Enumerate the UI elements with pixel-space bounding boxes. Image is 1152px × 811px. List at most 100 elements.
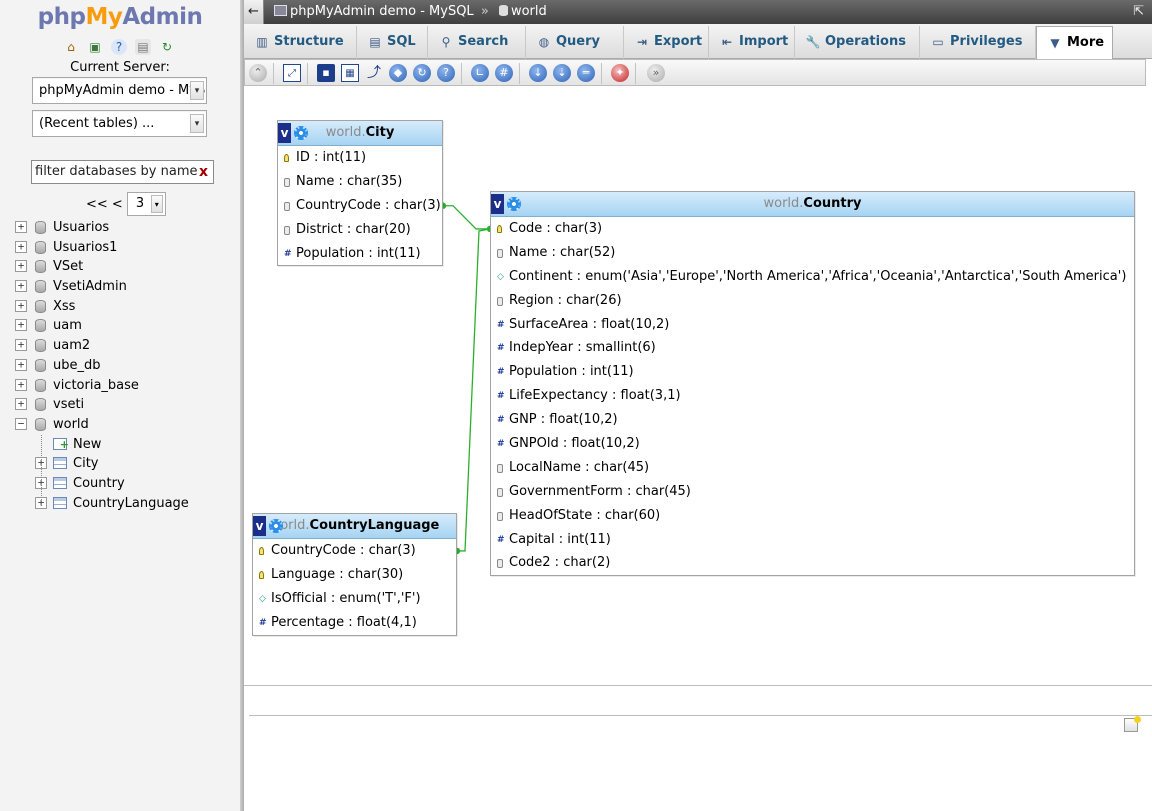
expand-icon[interactable]: +	[15, 240, 27, 253]
table-column[interactable]: Code : char(3)	[491, 217, 1134, 241]
choose-column-icon[interactable]: ◆	[389, 64, 407, 82]
expand-icon[interactable]: +	[15, 260, 27, 273]
table-column[interactable]: Region : char(26)	[491, 289, 1134, 313]
small-big-all-icon[interactable]: ↓	[529, 64, 547, 82]
create-table-icon[interactable]: ▦	[341, 64, 359, 82]
help-icon[interactable]: ?	[437, 64, 455, 82]
designer-table-city[interactable]: v world.City ID : int(11) Name : char(35…	[277, 120, 443, 267]
expand-icon[interactable]: +	[15, 378, 27, 391]
toggle-relation-lines-icon[interactable]: ═	[577, 64, 595, 82]
save-position-icon[interactable]: ▪	[317, 64, 335, 82]
table-column[interactable]: # Capital : int(11)	[491, 528, 1134, 552]
table-column[interactable]: LocalName : char(45)	[491, 456, 1134, 480]
home-icon[interactable]: ⌂	[63, 39, 79, 55]
clear-filter-icon[interactable]: x	[199, 161, 208, 183]
db-label[interactable]: uam	[53, 316, 82, 336]
expand-icon[interactable]: +	[15, 299, 27, 312]
table-column[interactable]: # Population : int(11)	[491, 360, 1134, 384]
table-header[interactable]: v world.Country	[491, 192, 1134, 217]
db-world[interactable]: − world	[0, 415, 240, 435]
table-column[interactable]: HeadOfState : char(60)	[491, 504, 1134, 528]
toggle-small-big-icon[interactable]: ⇣	[553, 64, 571, 82]
db-uam2[interactable]: + uam2	[0, 336, 240, 356]
tree-item-label[interactable]: CountryLanguage	[73, 494, 189, 514]
table-column[interactable]: # Percentage : float(4,1)	[253, 611, 456, 635]
expand-icon[interactable]: +	[15, 339, 27, 352]
gear-icon[interactable]	[269, 519, 283, 533]
collapse-topbar-icon[interactable]: ⇱	[1133, 0, 1144, 24]
documentation-icon[interactable]: ▤	[135, 39, 151, 55]
help-icon[interactable]: ?	[111, 39, 127, 55]
tree-item-label[interactable]: Country	[73, 474, 125, 494]
table-column[interactable]: # SurfaceArea : float(10,2)	[491, 313, 1134, 337]
expand-icon[interactable]: +	[15, 221, 27, 233]
gear-icon[interactable]	[294, 126, 308, 140]
recent-tables-select[interactable]: (Recent tables) ... ▾	[32, 110, 207, 137]
toggle-columns-button[interactable]: v	[253, 516, 266, 536]
page-select[interactable]: 3 ▾	[126, 192, 166, 216]
db-label[interactable]: VsetiAdmin	[53, 277, 127, 297]
query-window-icon[interactable]: ▣	[87, 39, 103, 55]
tab-operations[interactable]: 🔧 Operations	[795, 26, 920, 59]
tree-item-countrylanguage[interactable]: + CountryLanguage	[0, 494, 240, 514]
db-vseti[interactable]: + vseti	[0, 395, 240, 415]
designer-table-country[interactable]: v world.Country Code : char(3) Name : ch…	[490, 191, 1135, 577]
move-menu-icon[interactable]: »	[647, 64, 665, 82]
table-column[interactable]: ◇ IsOfficial : enum('T','F')	[253, 587, 456, 611]
expand-icon[interactable]: +	[15, 358, 27, 371]
tab-structure[interactable]: ▥ Structure	[244, 26, 357, 59]
collapse-nav-button[interactable]: ←	[244, 0, 264, 24]
table-column[interactable]: ID : int(11)	[278, 146, 442, 170]
expand-icon[interactable]: +	[15, 319, 27, 332]
table-column[interactable]: Code2 : char(2)	[491, 551, 1134, 575]
tab-search[interactable]: ⚲ Search	[428, 26, 526, 59]
breadcrumb-server[interactable]: phpMyAdmin demo - MySQL	[290, 4, 474, 19]
table-column[interactable]: District : char(20)	[278, 218, 442, 242]
filter-databases-input[interactable]: filter databases by name x	[31, 160, 214, 184]
show-hide-menu-icon[interactable]: ⌃	[249, 64, 267, 82]
fullscreen-icon[interactable]: ⤢	[283, 64, 301, 82]
phpmyadmin-logo[interactable]: phpMyAdmin	[0, 4, 240, 30]
db-label[interactable]: VSet	[53, 257, 83, 277]
server-select[interactable]: phpMyAdmin demo - MySQL ▾	[32, 77, 207, 104]
gear-icon[interactable]	[507, 197, 521, 211]
table-column[interactable]: GovernmentForm : char(45)	[491, 480, 1134, 504]
db-label[interactable]: ube_db	[53, 356, 101, 376]
db-label[interactable]: uam2	[53, 336, 90, 356]
toggle-columns-button[interactable]: v	[278, 123, 291, 143]
angular-direct-links-icon[interactable]: ∟	[471, 64, 489, 82]
new-note-icon[interactable]	[1124, 716, 1141, 732]
db-label[interactable]: Usuarios	[53, 218, 109, 238]
table-column[interactable]: ◇ Continent : enum('Asia','Europe','Nort…	[491, 265, 1134, 289]
tab-more[interactable]: ▼ More	[1036, 26, 1113, 59]
table-column[interactable]: # GNP : float(10,2)	[491, 408, 1134, 432]
designer-table-countrylanguage[interactable]: v world.CountryLanguage CountryCode : ch…	[252, 513, 457, 636]
tree-item-new[interactable]: New	[0, 435, 240, 455]
reload-icon[interactable]: ↻	[413, 64, 431, 82]
tree-item-country[interactable]: + Country	[0, 474, 240, 494]
db-label[interactable]: Usuarios1	[53, 238, 117, 258]
breadcrumb-database[interactable]: world	[511, 4, 547, 19]
db-label[interactable]: Xss	[53, 297, 75, 317]
relation-line-city-country[interactable]	[443, 205, 490, 230]
tab-privileges[interactable]: ▭ Privileges	[920, 26, 1036, 59]
table-column[interactable]: Language : char(30)	[253, 563, 456, 587]
tree-item-label[interactable]: City	[73, 454, 98, 474]
table-header[interactable]: v world.CountryLanguage	[253, 514, 456, 539]
table-column[interactable]: CountryCode : char(3)	[278, 194, 442, 218]
expand-icon[interactable]: +	[15, 398, 27, 411]
designer-canvas[interactable]: v world.City ID : int(11) Name : char(35…	[244, 87, 1152, 685]
db-label[interactable]: victoria_base	[53, 376, 139, 396]
table-header[interactable]: v world.City	[278, 121, 442, 146]
table-column[interactable]: # IndepYear : smallint(6)	[491, 336, 1134, 360]
collapse-icon[interactable]: −	[15, 417, 27, 430]
snap-to-grid-icon[interactable]: #	[495, 64, 513, 82]
db-label[interactable]: vseti	[53, 395, 84, 415]
db-vsetiadmin[interactable]: + VsetiAdmin	[0, 277, 240, 297]
toggle-columns-button[interactable]: v	[491, 194, 504, 214]
table-column[interactable]: # LifeExpectancy : float(3,1)	[491, 384, 1134, 408]
export-schema-icon[interactable]: ✦	[611, 64, 629, 82]
table-column[interactable]: Name : char(35)	[278, 170, 442, 194]
table-column[interactable]: # GNPOld : float(10,2)	[491, 432, 1134, 456]
reload-icon[interactable]: ↻	[159, 39, 175, 55]
